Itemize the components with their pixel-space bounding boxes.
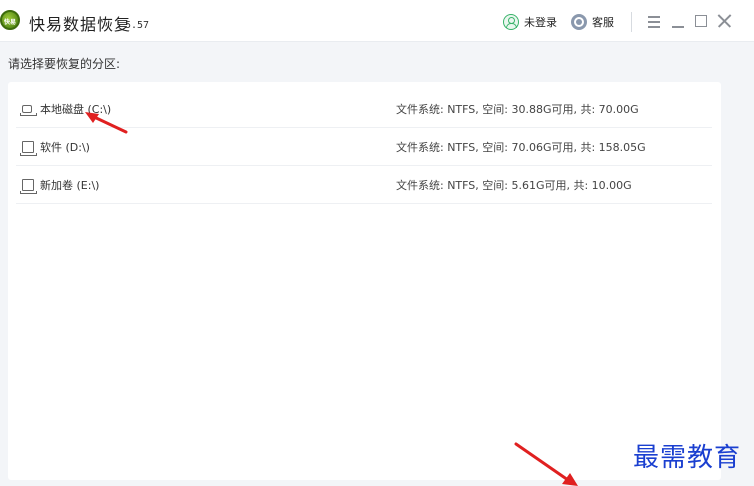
maximize-button[interactable] [692, 12, 710, 30]
menu-icon [648, 16, 660, 18]
watermark-text: 最需教育 [633, 443, 742, 473]
partition-info: 文件系统: NTFS, 空间: 30.88G可用, 共: 70.00G [396, 103, 639, 116]
app-logo-text: 快易 [4, 19, 17, 26]
headset-icon [571, 14, 587, 30]
partition-panel: 本地磁盘 (C:\) 文件系统: NTFS, 空间: 30.88G可用, 共: … [8, 82, 721, 480]
close-button[interactable] [715, 12, 733, 30]
minimize-icon [672, 26, 684, 28]
service-label: 客服 [592, 16, 614, 29]
app-logo: 快易 [0, 10, 20, 30]
title-bar: 快易 快易数据恢复 5.57 未登录 客服 [0, 0, 754, 42]
partition-name: 软件 (D:\) [40, 141, 90, 154]
drive-icon [20, 179, 37, 194]
partition-info: 文件系统: NTFS, 空间: 70.06G可用, 共: 158.05G [396, 141, 646, 154]
partition-info: 文件系统: NTFS, 空间: 5.61G可用, 共: 10.00G [396, 179, 632, 192]
window-edge [744, 42, 754, 486]
menu-icon-line [648, 26, 660, 28]
titlebar-divider [631, 12, 632, 32]
menu-icon-line [648, 21, 660, 23]
partition-prompt: 请选择要恢复的分区: [8, 57, 121, 71]
login-button[interactable]: 未登录 [503, 13, 557, 31]
drive-icon [20, 141, 37, 156]
app-title: 快易数据恢复 [29, 15, 132, 34]
app-version: 5.57 [125, 20, 150, 31]
partition-row-e[interactable]: 新加卷 (E:\) 文件系统: NTFS, 空间: 5.61G可用, 共: 10… [16, 166, 712, 204]
user-icon [503, 14, 519, 30]
system-drive-icon [20, 105, 37, 116]
customer-service-button[interactable]: 客服 [571, 13, 614, 31]
menu-button[interactable] [645, 12, 663, 30]
login-label: 未登录 [524, 16, 557, 29]
annotation-arrow-corner [514, 442, 578, 486]
minimize-button[interactable] [669, 12, 687, 30]
partition-name: 新加卷 (E:\) [40, 179, 100, 192]
maximize-icon [695, 15, 707, 27]
annotation-arrow-partition [85, 112, 128, 134]
